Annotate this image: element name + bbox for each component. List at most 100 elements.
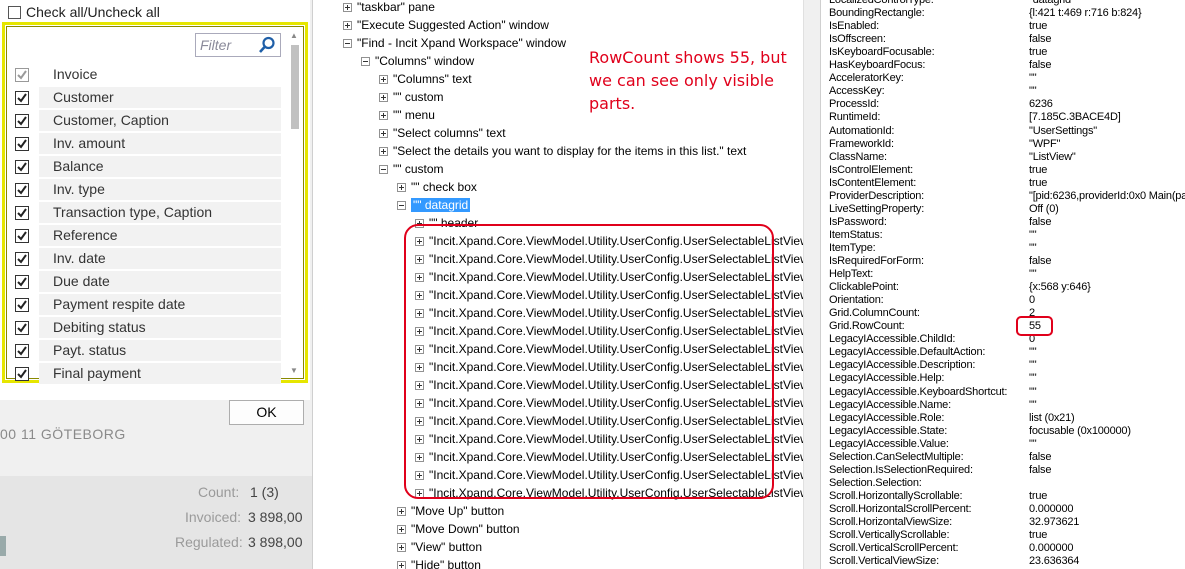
filter-input[interactable]: Filter (195, 33, 281, 57)
expand-icon[interactable] (379, 110, 388, 120)
tree-node[interactable]: "Columns" window (361, 52, 474, 70)
scroll-down-arrow-icon[interactable]: ▼ (290, 366, 298, 375)
column-list-item[interactable]: Customer (13, 86, 281, 109)
tree-node[interactable]: "View" button (397, 538, 482, 556)
collapse-icon[interactable] (397, 200, 406, 210)
tree-node[interactable]: "Find - Incit Xpand Workspace" window (343, 34, 566, 52)
expand-icon[interactable] (343, 20, 352, 30)
column-list-item[interactable]: Balance (13, 155, 281, 178)
column-checkbox[interactable] (15, 136, 29, 151)
checkmark-icon (17, 69, 27, 80)
column-list-item[interactable]: Inv. type (13, 178, 281, 201)
expand-icon[interactable] (379, 128, 388, 138)
ok-button[interactable]: OK (229, 400, 304, 425)
tree-scrollbar[interactable] (803, 0, 820, 569)
property-key: LegacyIAccessible.Description: (829, 359, 976, 372)
tree-node[interactable]: "Select the details you want to display … (379, 142, 746, 160)
column-list-item[interactable]: Invoice (13, 63, 281, 86)
expand-icon[interactable] (343, 2, 352, 12)
checkmark-icon (17, 322, 27, 333)
property-key: AccessKey: (829, 85, 885, 98)
column-list-item[interactable]: Reference (13, 224, 281, 247)
column-checkbox[interactable] (15, 366, 29, 381)
property-value: false (1029, 463, 1052, 476)
column-checkbox[interactable] (15, 228, 29, 243)
property-value: "" (1029, 372, 1037, 385)
column-list-item[interactable]: Inv. date (13, 247, 281, 270)
column-checkbox[interactable] (15, 159, 29, 174)
property-value: false (1029, 33, 1052, 46)
collapse-icon[interactable] (343, 38, 352, 48)
tree-node-label: "Execute Suggested Action" window (357, 18, 549, 32)
tree-node[interactable]: "Move Down" button (397, 520, 520, 538)
search-icon[interactable] (258, 36, 276, 54)
property-key: Scroll.HorizontallyScrollable: (829, 489, 963, 502)
property-key: IsControlElement: (829, 163, 914, 176)
tree-node[interactable]: "Select columns" text (379, 124, 506, 142)
tree-node[interactable]: "taskbar" pane (343, 0, 435, 16)
scroll-thumb[interactable] (291, 45, 299, 129)
expand-icon[interactable] (397, 560, 406, 569)
tree-node[interactable]: "Move Up" button (397, 502, 504, 520)
property-key: IsKeyboardFocusable: (829, 46, 935, 59)
property-value: true (1029, 529, 1048, 542)
expand-icon[interactable] (379, 146, 388, 156)
regulated-value: 3 898,00 (248, 534, 303, 550)
column-list-item[interactable]: Transaction type, Caption (13, 201, 281, 224)
collapse-icon[interactable] (361, 56, 370, 66)
property-key: Selection.IsSelectionRequired: (829, 463, 973, 476)
property-value: true (1029, 163, 1048, 176)
column-checkbox[interactable] (15, 343, 29, 358)
collapse-icon[interactable] (379, 164, 388, 174)
column-list-item[interactable]: Final payment (13, 362, 281, 385)
tree-node[interactable]: "Hide" button (397, 556, 481, 569)
tree-node-label: "" custom (393, 90, 444, 104)
expand-icon[interactable] (379, 92, 388, 102)
tree-node[interactable]: "" custom (379, 160, 444, 178)
property-value: 23.636364 (1029, 555, 1080, 568)
expand-icon[interactable] (379, 74, 388, 84)
tree-node[interactable]: "" menu (379, 106, 435, 124)
expand-icon[interactable] (397, 182, 406, 192)
checkmark-icon (17, 115, 27, 126)
scroll-up-arrow-icon[interactable]: ▲ (290, 31, 298, 40)
check-all-toggle[interactable]: Check all/Uncheck all (8, 4, 160, 20)
column-checkbox[interactable] (15, 320, 29, 335)
tree-node[interactable]: "Execute Suggested Action" window (343, 16, 549, 34)
column-item-label: Inv. amount (39, 133, 281, 154)
expand-icon[interactable] (397, 542, 406, 552)
property-value: "" (1029, 346, 1037, 359)
tree-node[interactable]: "" check box (397, 178, 477, 196)
column-list-item[interactable]: Customer, Caption (13, 109, 281, 132)
property-value: true (1029, 20, 1048, 33)
column-list-item[interactable]: Payment respite date (13, 293, 281, 316)
tree-node[interactable]: "" custom (379, 88, 444, 106)
property-key: LegacyIAccessible.Name: (829, 398, 951, 411)
expand-icon[interactable] (397, 524, 406, 534)
column-checkbox[interactable] (15, 182, 29, 197)
tree-node[interactable]: "" datagrid (397, 196, 471, 214)
column-checkbox[interactable] (15, 205, 29, 220)
expand-icon[interactable] (397, 506, 406, 516)
column-checkbox[interactable] (15, 297, 29, 312)
column-checkbox (15, 67, 29, 82)
count-label: Count: (198, 484, 240, 500)
column-checkbox[interactable] (15, 251, 29, 266)
check-all-checkbox[interactable] (8, 5, 21, 19)
property-key: LegacyIAccessible.Role: (829, 411, 945, 424)
column-list-item[interactable]: Debiting status (13, 316, 281, 339)
tree-node-label: "Columns" window (375, 54, 475, 68)
column-list-item[interactable]: Due date (13, 270, 281, 293)
column-checkbox[interactable] (15, 90, 29, 105)
column-list-item[interactable]: Inv. amount (13, 132, 281, 155)
property-key: HasKeyboardFocus: (829, 59, 926, 72)
column-list[interactable]: Filter Invoice Customer Customer, Caption I… (2, 22, 308, 385)
property-key: ItemStatus: (829, 228, 883, 241)
column-list-item[interactable]: Payt. status (13, 339, 281, 362)
property-key: IsEnabled: (829, 20, 879, 33)
column-checkbox[interactable] (15, 113, 29, 128)
list-scrollbar[interactable]: ▲ ▼ (289, 31, 301, 375)
column-checkbox[interactable] (15, 274, 29, 289)
tree-node[interactable]: "Columns" text (379, 70, 472, 88)
annotation-note: RowCount shows 55, but we can see only v… (589, 48, 787, 113)
